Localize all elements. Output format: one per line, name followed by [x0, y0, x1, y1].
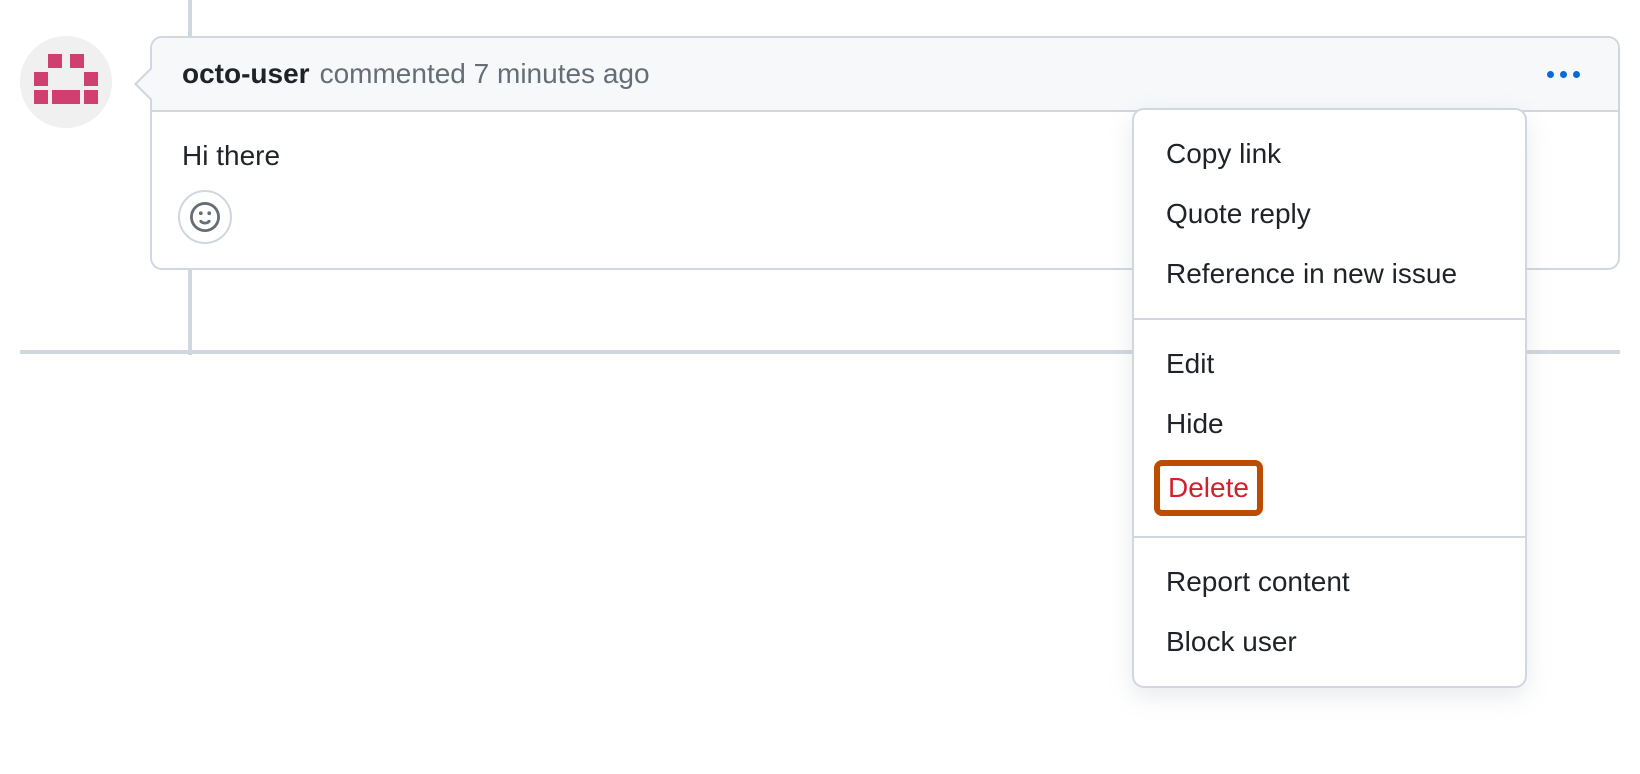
comment-actions-dropdown: Copy link Quote reply Reference in new i… — [1132, 108, 1527, 688]
avatar-identicon — [20, 36, 112, 128]
comment-action-text: commented 7 minutes ago — [320, 58, 650, 90]
dropdown-section-2: Edit Hide Delete — [1134, 320, 1525, 536]
comment-timestamp[interactable]: 7 minutes ago — [474, 58, 650, 89]
kebab-dot-icon — [1573, 71, 1580, 78]
menu-hide[interactable]: Hide — [1134, 394, 1525, 454]
menu-report-content[interactable]: Report content — [1134, 552, 1525, 612]
menu-delete[interactable]: Delete — [1168, 472, 1249, 504]
canvas: octo-user commented 7 minutes ago Hi the… — [0, 0, 1640, 774]
dropdown-section-1: Copy link Quote reply Reference in new i… — [1134, 110, 1525, 318]
comment-header-left: octo-user commented 7 minutes ago — [182, 58, 650, 90]
add-reaction-button[interactable] — [178, 190, 232, 244]
menu-quote-reply[interactable]: Quote reply — [1134, 184, 1525, 244]
menu-reference-issue[interactable]: Reference in new issue — [1134, 244, 1525, 304]
kebab-menu-button[interactable] — [1539, 63, 1588, 86]
comment-caret-inner — [137, 68, 153, 100]
comment-header: octo-user commented 7 minutes ago — [152, 38, 1618, 112]
comment-username[interactable]: octo-user — [182, 58, 310, 90]
commented-word: commented — [320, 58, 466, 89]
menu-edit[interactable]: Edit — [1134, 334, 1525, 394]
kebab-dot-icon — [1547, 71, 1554, 78]
delete-highlight-box: Delete — [1154, 460, 1263, 516]
menu-copy-link[interactable]: Copy link — [1134, 124, 1525, 184]
menu-block-user[interactable]: Block user — [1134, 612, 1525, 672]
kebab-dot-icon — [1560, 71, 1567, 78]
comment-body-text: Hi there — [182, 140, 280, 171]
avatar[interactable] — [20, 36, 112, 128]
dropdown-section-3: Report content Block user — [1134, 538, 1525, 686]
smiley-icon — [190, 202, 220, 232]
